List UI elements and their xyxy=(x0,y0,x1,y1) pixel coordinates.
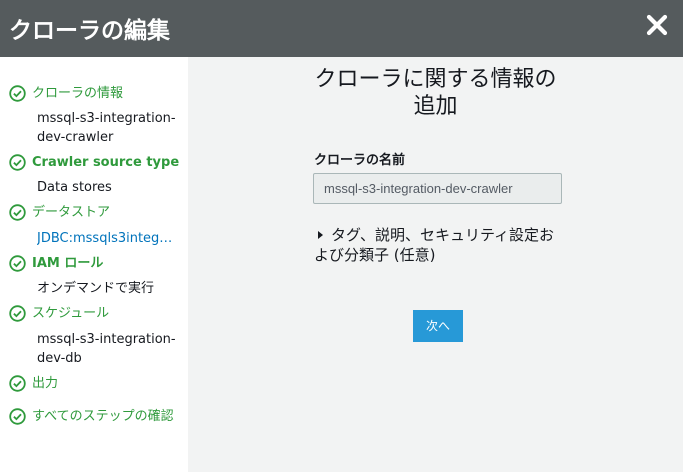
step-label: IAM ロール xyxy=(32,256,104,271)
check-circle-icon xyxy=(9,154,26,171)
check-circle-icon xyxy=(9,85,26,102)
step-crawler-info[interactable]: クローラの情報 xyxy=(9,84,182,104)
step-label: 出力 xyxy=(32,376,59,391)
step-crawler-source-type[interactable]: Crawler source type xyxy=(9,153,182,173)
steps-sidebar: クローラの情報 mssql-s3-integration-dev-crawler… xyxy=(0,57,188,472)
step-iam-role[interactable]: IAM ロール xyxy=(9,254,182,274)
step-value-source-type: Data stores xyxy=(37,180,112,195)
optional-settings-expander[interactable]: タグ、説明、セキュリティ設定および分類子 (任意) xyxy=(314,225,564,265)
crawler-name-label: クローラの名前 xyxy=(314,153,406,168)
check-circle-icon xyxy=(9,204,26,221)
step-label: Crawler source type xyxy=(32,155,180,170)
check-circle-icon xyxy=(9,375,26,392)
main-panel: クローラに関する情報の追加 クローラの名前 mssql-s3-integrati… xyxy=(188,57,683,472)
next-button[interactable]: 次へ xyxy=(413,310,463,342)
step-review-all[interactable]: すべてのステップの確認 xyxy=(9,407,182,427)
step-schedule[interactable]: スケジュール xyxy=(9,304,182,324)
step-value-crawler-name: mssql-s3-integration-dev-crawler xyxy=(37,111,176,145)
check-circle-icon xyxy=(9,305,26,322)
expander-label: タグ、説明、セキュリティ設定および分類子 (任意) xyxy=(314,226,555,264)
step-label: すべてのステップの確認 xyxy=(32,409,174,424)
caret-right-icon xyxy=(318,230,323,239)
step-label: データストア xyxy=(32,205,111,220)
crawler-name-input[interactable]: mssql-s3-integration-dev-crawler xyxy=(313,173,562,204)
modal-header: クローラの編集 xyxy=(0,0,683,57)
step-value-data-store-link[interactable]: JDBC:mssqls3integ… xyxy=(37,229,179,248)
modal-title: クローラの編集 xyxy=(9,18,170,44)
step-label: スケジュール xyxy=(32,306,110,321)
check-circle-icon xyxy=(9,255,26,272)
step-label: クローラの情報 xyxy=(32,86,124,101)
step-output[interactable]: 出力 xyxy=(9,374,182,394)
check-circle-icon xyxy=(9,408,26,425)
step-value-database: mssql-s3-integration-dev-db xyxy=(37,332,176,366)
close-icon[interactable] xyxy=(645,13,669,37)
step-data-store[interactable]: データストア xyxy=(9,203,182,223)
step-value-run-mode: オンデマンドで実行 xyxy=(37,281,155,296)
page-title: クローラに関する情報の追加 xyxy=(314,67,557,119)
